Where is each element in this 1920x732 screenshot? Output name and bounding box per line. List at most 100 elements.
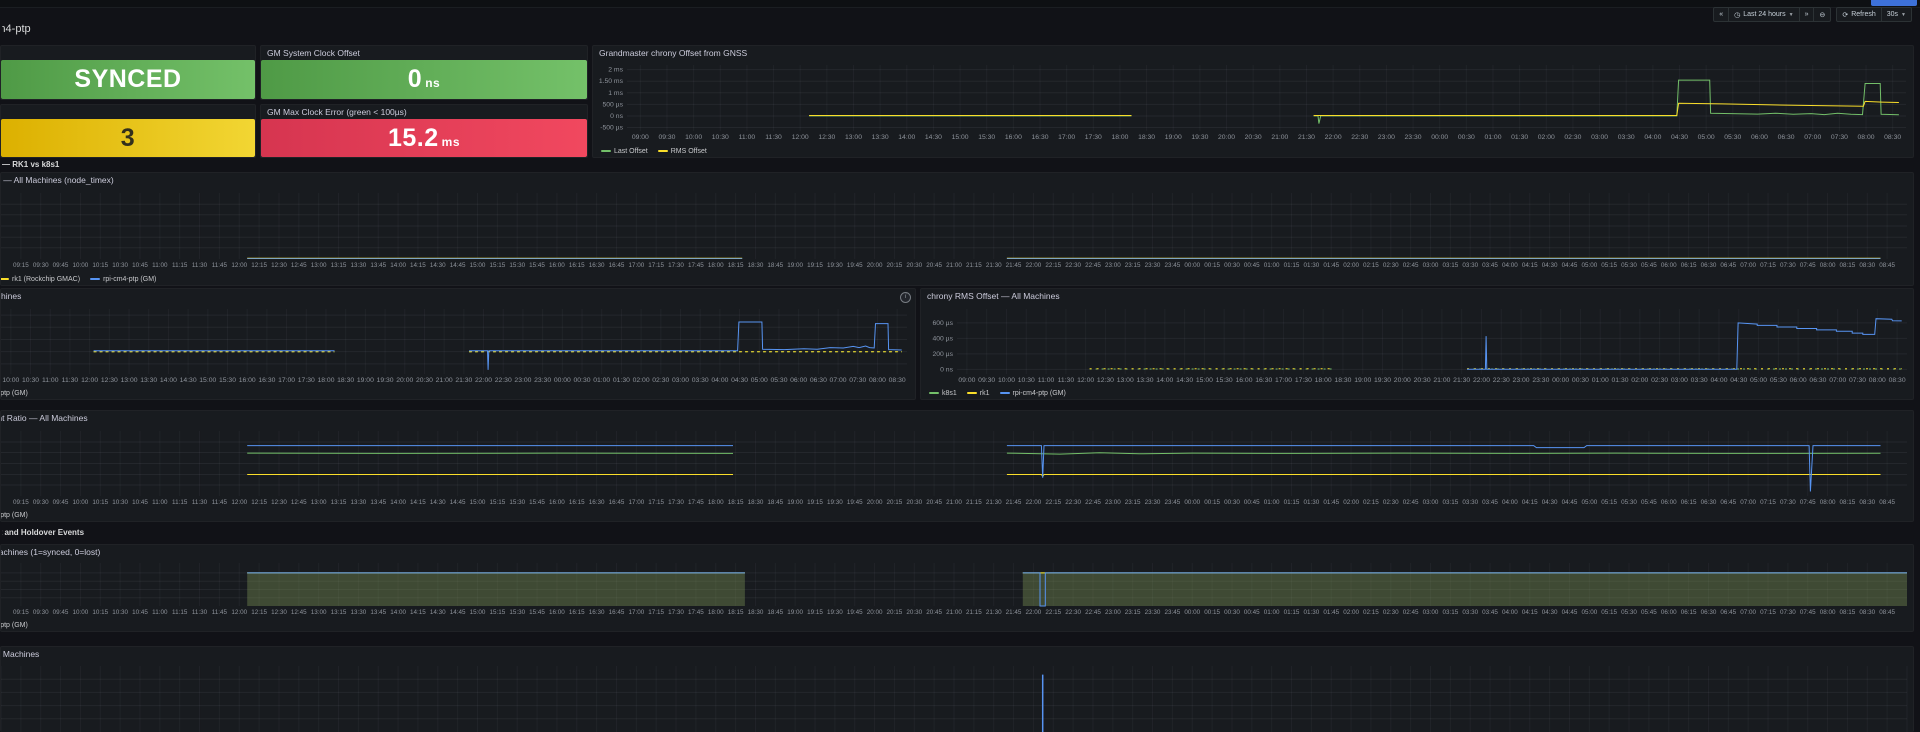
x-tick-label: 14:30 xyxy=(1176,377,1193,384)
panel-title: chrony Offset — All Machines xyxy=(1,291,22,301)
zoom-out-button[interactable]: ⊖ xyxy=(1814,8,1830,21)
x-tick-label: 04:45 xyxy=(1562,499,1578,506)
panel-gm-sources: 3 xyxy=(0,104,256,158)
chart-canvas: 600 µs 400 µs 200 µs 0 ns 09:00 09:30 10:00 10:… xyxy=(932,309,1907,384)
x-tick-label: 21:00 xyxy=(1271,134,1288,141)
row-header-sync-lost-holdover[interactable]: Sync Lost and Holdover Events xyxy=(2,527,502,538)
x-tick-label: 13:30 xyxy=(872,134,889,141)
x-tick-label: 18:00 xyxy=(1315,377,1332,384)
x-tick-label: 16:15 xyxy=(569,609,585,616)
x-tick-label: 17:45 xyxy=(688,262,704,269)
refresh-button[interactable]: ⟳ Refresh xyxy=(1837,8,1882,21)
chart-node-timex[interactable]: 09:15 09:30 09:45 10:00 10:15 10:30 10:45 11:00… xyxy=(1,187,1913,273)
x-tick-label: 00:30 xyxy=(1572,377,1589,384)
x-tick-label: 12:30 xyxy=(271,609,287,616)
x-tick-label: 19:15 xyxy=(807,499,823,506)
x-tick-label: 13:30 xyxy=(350,609,366,616)
x-tick-label: 06:00 xyxy=(790,377,807,384)
x-tick-label: 21:15 xyxy=(966,609,982,616)
x-tick-label: 08:00 xyxy=(1820,262,1836,269)
x-tick-label: 10:45 xyxy=(132,499,148,506)
legend-item[interactable]: Last Offset xyxy=(601,148,648,155)
x-tick-label: 05:15 xyxy=(1601,609,1617,616)
x-tick-label: 23:00 xyxy=(1105,262,1121,269)
x-tick-label: 12:00 xyxy=(81,377,98,384)
chart-clock-steps[interactable] xyxy=(1,661,1913,732)
x-tick-label: 17:30 xyxy=(298,377,315,384)
stat-value: 15.2 ms xyxy=(387,123,460,152)
x-tick-label: 23:00 xyxy=(1105,609,1121,616)
x-tick-label: 01:00 xyxy=(1264,609,1280,616)
x-tick-label: 08:30 xyxy=(1889,377,1906,384)
chart-freq-ratio[interactable]: 09:15 09:30 09:45 10:00 10:15 10:30 10:45 11:00… xyxy=(1,425,1913,509)
x-tick-label: 12:15 xyxy=(251,262,267,269)
time-shift-forward-button[interactable]: » xyxy=(1800,8,1815,21)
x-tick-label: 03:30 xyxy=(1618,134,1635,141)
x-tick-label: 19:00 xyxy=(1354,377,1371,384)
x-tick-label: 14:30 xyxy=(430,609,446,616)
x-tick-label: 02:00 xyxy=(1343,262,1359,269)
x-tick-label: 19:45 xyxy=(847,499,863,506)
legend-item[interactable]: RMS Offset xyxy=(657,148,707,155)
y-tick-label: 400 µs xyxy=(932,335,953,342)
x-tick-label: 00:30 xyxy=(574,377,591,384)
legend-item[interactable]: k8s1 xyxy=(929,390,957,397)
refresh-group: ⟳ Refresh 30s ▼ xyxy=(1836,7,1912,22)
x-tick-label: 02:45 xyxy=(1403,262,1419,269)
legend-item[interactable]: rpi-cm4-ptp (GM) xyxy=(1,390,28,397)
chart-sync-status[interactable]: 09:15 09:30 09:45 10:00 10:15 10:30 10:45 11:00… xyxy=(1,559,1913,619)
x-tick-label: 07:00 xyxy=(830,377,847,384)
x-tick-label: 13:15 xyxy=(331,499,347,506)
x-tick-label: 06:30 xyxy=(1778,134,1795,141)
x-tick-label: 22:15 xyxy=(1045,499,1061,506)
legend-item[interactable]: rk1 xyxy=(966,390,990,397)
x-tick-label: 05:45 xyxy=(1641,609,1657,616)
x-tick-label: 21:15 xyxy=(966,262,982,269)
legend-swatch xyxy=(1,278,9,280)
chart-gm-gnss[interactable]: 2 ms 1.50 ms 1 ms 500 µs 0 ns -500 µs 09:00 09:… xyxy=(593,60,1913,145)
panel-title: chrony Frequency Adjustment Ratio — All … xyxy=(1,413,88,423)
legend-item[interactable]: rpi-cm4-ptp (GM) xyxy=(90,276,156,283)
x-tick-label: 15:15 xyxy=(489,499,505,506)
chart-chrony-offset[interactable]: 10:00 10:30 11:00 11:30 12:00 12:30 13:00 13:30… xyxy=(1,303,915,387)
time-shift-back-button[interactable]: « xyxy=(1714,8,1730,21)
x-tick-label: 10:00 xyxy=(73,499,89,506)
legend-item[interactable]: rpi-cm4-ptp (GM) xyxy=(0,621,28,629)
x-tick-label: 18:15 xyxy=(728,499,744,506)
x-tick-label: 20:15 xyxy=(887,609,903,616)
x-tick-label: 16:00 xyxy=(1235,377,1252,384)
x-tick-label: 16:00 xyxy=(239,377,256,384)
x-tick-label: 09:30 xyxy=(978,377,995,384)
x-tick-label: 20:45 xyxy=(926,609,942,616)
x-tick-label: 17:00 xyxy=(628,499,644,506)
y-tick-label: 1 ms xyxy=(608,90,623,97)
x-tick-label: 22:30 xyxy=(495,377,512,384)
panel-title: Clock Steps — All Machines xyxy=(1,649,40,659)
chart-chrony-rms[interactable]: 600 µs 400 µs 200 µs 0 ns 09:00 09:30 10:00 10:… xyxy=(921,303,1913,387)
x-tick-label: 16:30 xyxy=(258,377,275,384)
y-tick-label: -500 µs xyxy=(600,125,623,132)
legend-swatch xyxy=(657,150,668,152)
x-tick-label: 17:45 xyxy=(688,609,704,616)
panel-info-icon[interactable]: i xyxy=(900,292,911,303)
stat-box: 15.2 ms xyxy=(261,119,587,157)
legend-item[interactable]: rk1 (Rockchip GMAC) xyxy=(1,276,80,283)
x-tick-label: 11:15 xyxy=(172,262,188,269)
legend-item[interactable]: rpi-cm4-ptp (GM) xyxy=(1,512,28,519)
x-tick-label: 00:00 xyxy=(1431,134,1448,141)
row-header-rk1-vs-k8s1[interactable]: — RK1 vs k8s1 xyxy=(2,159,402,170)
x-tick-label: 19:30 xyxy=(1191,134,1208,141)
legend-item[interactable]: rpi-cm4-ptp (GM) xyxy=(999,390,1066,397)
chevron-down-icon: ▼ xyxy=(1788,11,1794,18)
x-tick-label: 19:30 xyxy=(827,262,843,269)
refresh-interval-dropdown[interactable]: 30s ▼ xyxy=(1882,8,1911,21)
legend-label: rpi-cm4-ptp (GM) xyxy=(0,621,28,629)
grafana-dashboard: { "toolbar": { "back": "«", "forward": "… xyxy=(0,0,1920,732)
x-tick-label: 13:15 xyxy=(331,262,347,269)
time-range-picker[interactable]: ◷ Last 24 hours ▼ xyxy=(1729,8,1800,21)
panel-title: GM Max Clock Error (green < 100µs) xyxy=(267,107,407,117)
chevrons-left-icon: « xyxy=(1719,11,1724,18)
x-tick-label: 02:15 xyxy=(1363,499,1379,506)
x-tick-label: 03:30 xyxy=(1691,377,1708,384)
save-button-partial[interactable] xyxy=(1871,0,1917,6)
